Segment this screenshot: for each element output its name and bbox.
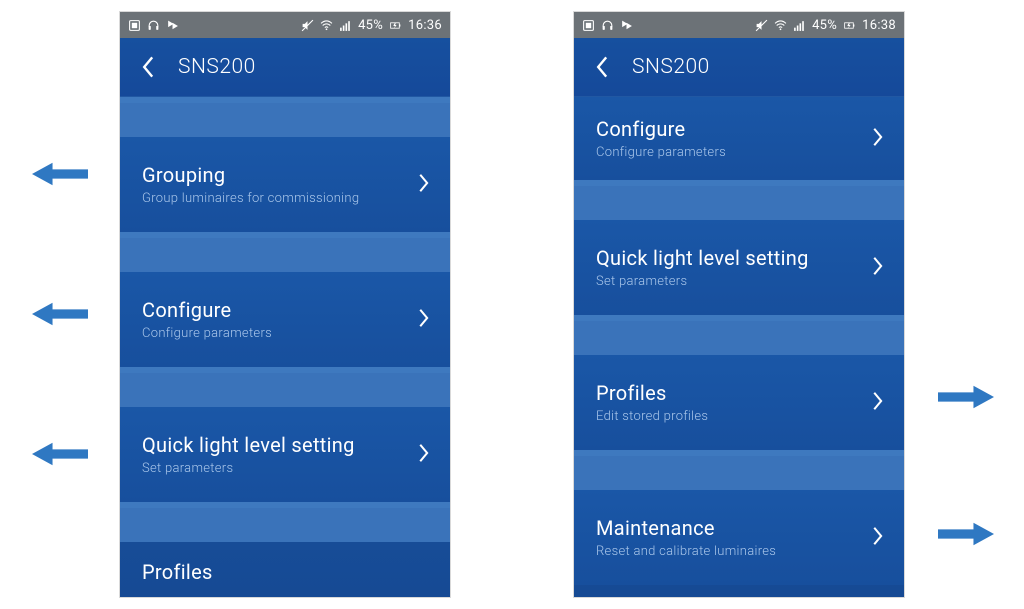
play-icon — [166, 19, 179, 32]
menu-item-title: Profiles — [596, 381, 708, 405]
headphones-icon — [147, 19, 160, 32]
page-title: SNS200 — [178, 55, 256, 79]
menu-item-quick-light-level[interactable]: Quick light level setting Set parameters — [574, 220, 904, 315]
nav-bar: SNS200 — [574, 38, 904, 97]
separator — [120, 373, 450, 407]
status-bar-right: 45% 16:36 — [301, 18, 442, 33]
wifi-icon — [320, 19, 333, 32]
menu-item-subtitle: Configure parameters — [596, 145, 726, 160]
menu-item-profiles-peek[interactable]: Profiles — [120, 542, 450, 584]
chevron-left-icon — [141, 54, 157, 80]
separator — [120, 508, 450, 542]
signal-icon — [793, 19, 806, 32]
phone-screenshot-right: 45% 16:38 SNS200 Configure Configure par… — [574, 12, 904, 597]
phone-screenshot-left: 45% 16:36 SNS200 Grouping Group luminair… — [120, 12, 450, 597]
separator — [120, 238, 450, 272]
separator — [120, 103, 450, 137]
menu-item-subtitle: Group luminaires for commissioning — [142, 191, 359, 206]
menu-item-quick-light-level[interactable]: Quick light level setting Set parameters — [120, 407, 450, 502]
arrow-right-icon — [938, 520, 994, 548]
chevron-right-icon — [416, 172, 430, 198]
menu-item-title: Configure — [142, 298, 272, 322]
signal-icon — [339, 19, 352, 32]
chevron-left-icon — [595, 54, 611, 80]
menu-item-subtitle: Set parameters — [596, 274, 809, 289]
back-button[interactable] — [574, 54, 632, 80]
screenshot-icon — [128, 19, 141, 32]
battery-charging-icon — [843, 19, 856, 32]
clock-label: 16:36 — [408, 18, 442, 33]
menu-item-title: Maintenance — [596, 516, 776, 540]
arrow-left-icon — [32, 440, 88, 468]
separator — [574, 186, 904, 220]
menu-item-grouping[interactable]: Grouping Group luminaires for commission… — [120, 137, 450, 232]
nav-bar: SNS200 — [120, 38, 450, 97]
wifi-icon — [774, 19, 787, 32]
arrow-left-icon — [32, 160, 88, 188]
back-button[interactable] — [120, 54, 178, 80]
menu-item-configure[interactable]: Configure Configure parameters — [120, 272, 450, 367]
menu-item-maintenance[interactable]: Maintenance Reset and calibrate luminair… — [574, 490, 904, 585]
status-bar: 45% 16:36 — [120, 12, 450, 38]
clock-label: 16:38 — [862, 18, 896, 33]
chevron-right-icon — [416, 307, 430, 333]
menu-item-subtitle: Configure parameters — [142, 326, 272, 341]
menu-item-subtitle: Set parameters — [142, 461, 355, 476]
menu-item-profiles[interactable]: Profiles Edit stored profiles — [574, 355, 904, 450]
arrow-right-icon — [938, 383, 994, 411]
page-title: SNS200 — [632, 55, 710, 79]
battery-charging-icon — [389, 19, 402, 32]
menu-item-title: Quick light level setting — [142, 433, 355, 457]
menu-item-title: Quick light level setting — [596, 246, 809, 270]
screenshot-icon — [582, 19, 595, 32]
separator — [574, 456, 904, 490]
chevron-right-icon — [416, 442, 430, 468]
status-bar-left — [128, 19, 179, 32]
headphones-icon — [601, 19, 614, 32]
chevron-right-icon — [870, 126, 884, 152]
menu-item-title: Profiles — [142, 560, 213, 584]
battery-label: 45% — [358, 18, 383, 33]
status-bar: 45% 16:38 — [574, 12, 904, 38]
menu-item-title: Configure — [596, 117, 726, 141]
chevron-right-icon — [870, 255, 884, 281]
chevron-right-icon — [870, 390, 884, 416]
chevron-right-icon — [870, 525, 884, 551]
play-icon — [620, 19, 633, 32]
menu-item-configure[interactable]: Configure Configure parameters — [574, 97, 904, 180]
menu-item-subtitle: Edit stored profiles — [596, 409, 708, 424]
mute-icon — [301, 19, 314, 32]
arrow-left-icon — [32, 300, 88, 328]
battery-label: 45% — [812, 18, 837, 33]
status-bar-left — [582, 19, 633, 32]
mute-icon — [755, 19, 768, 32]
separator — [574, 321, 904, 355]
menu-item-subtitle: Reset and calibrate luminaires — [596, 544, 776, 559]
status-bar-right: 45% 16:38 — [755, 18, 896, 33]
menu-item-title: Grouping — [142, 163, 359, 187]
